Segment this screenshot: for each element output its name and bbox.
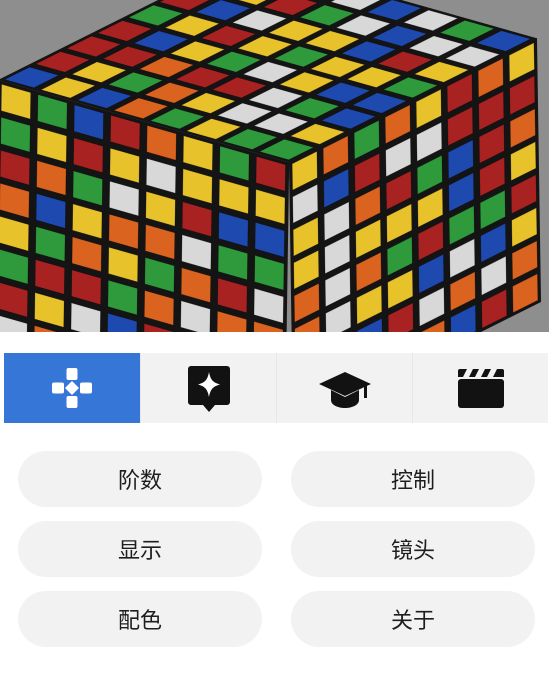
tab-play[interactable] [4,353,140,423]
display-button[interactable]: 显示 [18,521,262,577]
tab-tips[interactable] [140,353,276,423]
tab-learn[interactable] [276,353,412,423]
cube-viewport[interactable] [0,0,549,332]
menu-button-grid: 阶数 控制 显示 镜头 配色 关于 [18,451,535,647]
order-button[interactable]: 阶数 [18,451,262,507]
camera-button[interactable]: 镜头 [291,521,535,577]
control-button[interactable]: 控制 [291,451,535,507]
graduation-cap-icon [318,372,371,408]
gamepad-icon [52,368,92,408]
color-scheme-button[interactable]: 配色 [18,591,262,647]
clapperboard-icon [457,369,504,408]
rubiks-cube-render[interactable] [0,0,549,332]
tab-video[interactable] [412,353,548,423]
control-panel: 阶数 控制 显示 镜头 配色 关于 [0,332,549,678]
about-button[interactable]: 关于 [291,591,535,647]
mode-tab-bar [4,353,549,423]
sparkle-bubble-icon [187,366,230,412]
